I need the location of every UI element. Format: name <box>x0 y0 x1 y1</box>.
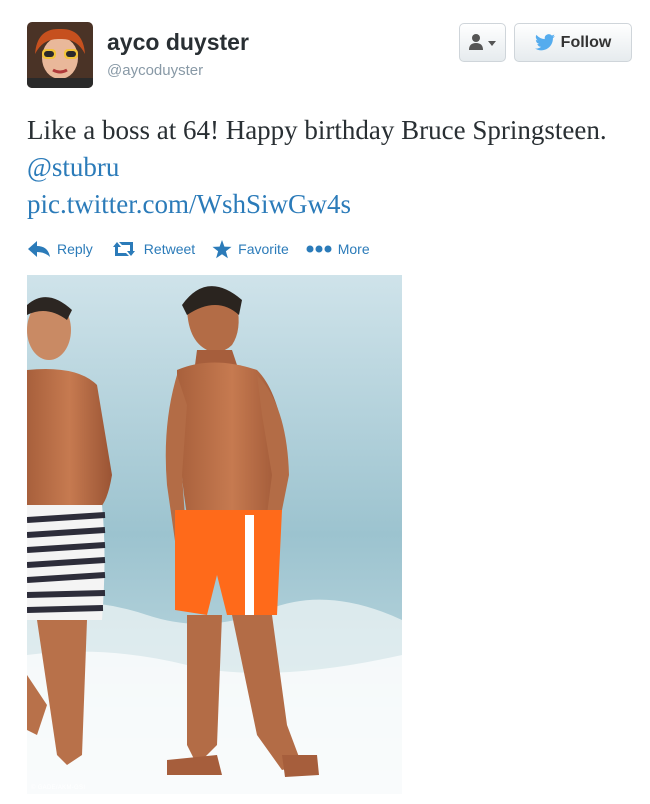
more-action[interactable]: More <box>306 241 370 257</box>
pic-link[interactable]: pic.twitter.com/WshSiwGw4s <box>27 189 351 219</box>
user-actions-dropdown[interactable] <box>459 23 506 62</box>
mention-link[interactable]: @stubru <box>27 152 119 182</box>
photo-watermark: © GADE/AKM-GSI <box>31 785 86 791</box>
reply-icon <box>28 241 50 257</box>
retweet-icon <box>112 242 135 256</box>
follow-button[interactable]: Follow <box>514 23 632 62</box>
follow-label: Follow <box>560 33 612 51</box>
favorite-action[interactable]: Favorite <box>212 239 289 259</box>
reply-action[interactable]: Reply <box>27 240 93 258</box>
tweet-actions: Reply Retweet Favorite More <box>27 236 387 262</box>
retweet-label: Retweet <box>143 241 196 257</box>
user-icon <box>469 34 496 50</box>
user-avatar[interactable] <box>27 22 93 88</box>
tweet-text: Like a boss at 64! Happy birthday Bruce … <box>27 112 627 223</box>
favorite-label: Favorite <box>238 241 289 257</box>
reply-label: Reply <box>57 241 93 257</box>
tweet-photo[interactable]: © GADE/AKM-GSI <box>27 275 402 794</box>
user-name[interactable]: ayco duyster <box>107 29 249 56</box>
more-label: More <box>337 241 370 257</box>
twitter-bird-icon <box>534 34 555 51</box>
star-icon <box>212 239 232 258</box>
tweet-text-body: Like a boss at 64! Happy birthday Bruce … <box>27 115 607 145</box>
retweet-action[interactable]: Retweet <box>110 240 195 258</box>
user-handle[interactable]: @aycoduyster <box>107 62 203 79</box>
ellipsis-icon <box>306 245 332 253</box>
